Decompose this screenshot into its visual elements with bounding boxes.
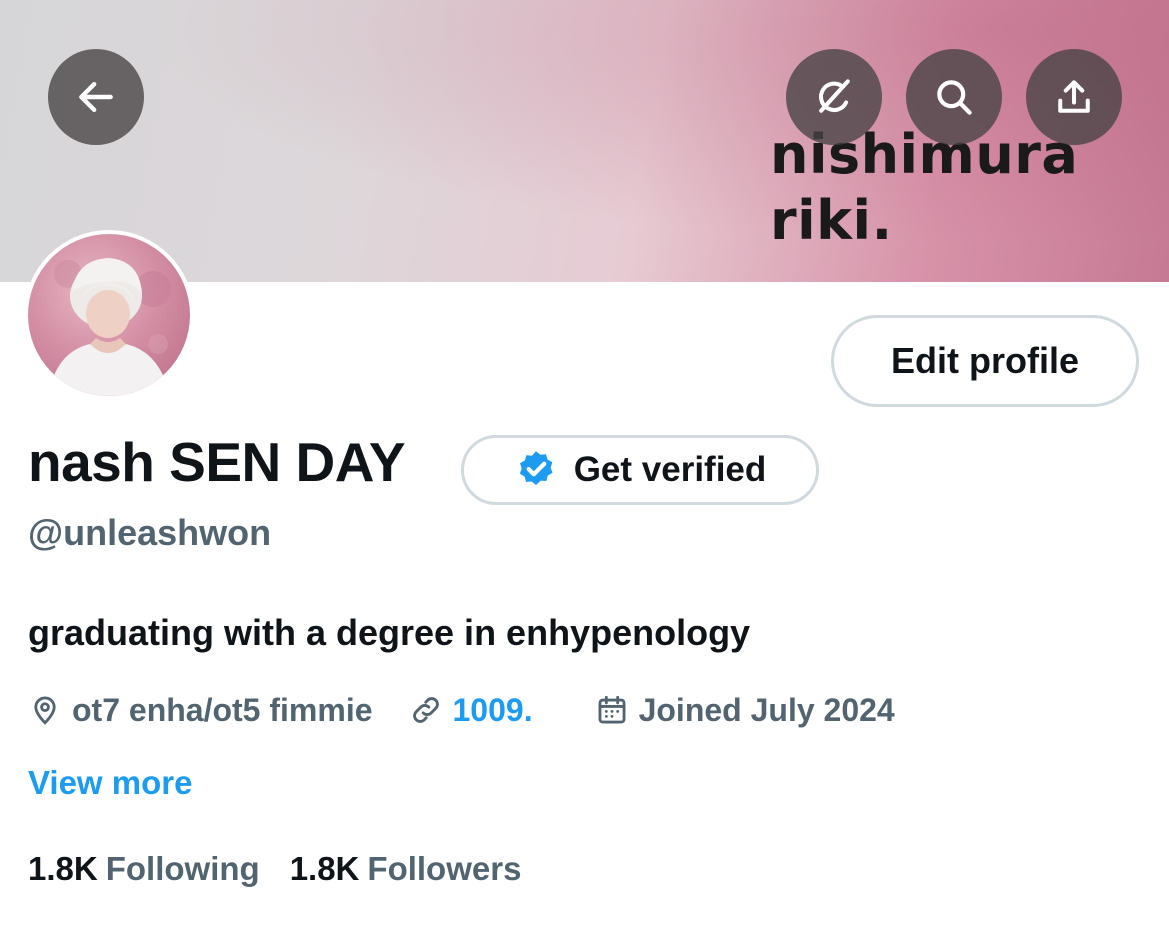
link-icon (412, 697, 439, 723)
website-link-text[interactable]: 1009. (453, 692, 533, 729)
website-link[interactable]: 1009. (409, 692, 533, 729)
profile-page: nishimura riki. Edit profile nash SEN DA… (0, 0, 1169, 932)
location-text: ot7 enha/ot5 fimmie (72, 691, 373, 728)
search-button[interactable] (906, 49, 1002, 145)
banner-text-line2: riki. (770, 189, 893, 252)
get-verified-button[interactable]: Get verified (461, 435, 819, 505)
arrow-left-icon (79, 81, 113, 113)
grok-icon (818, 79, 850, 113)
avatar[interactable] (24, 230, 194, 400)
bio: graduating with a degree in enhypenology (28, 612, 751, 653)
avatar-image (28, 234, 190, 396)
view-more-link[interactable]: View more (28, 764, 192, 802)
followers-stat[interactable]: 1.8K Followers (290, 850, 522, 888)
location-pin-icon (34, 696, 56, 725)
share-icon (1058, 80, 1090, 113)
followers-count: 1.8K (289, 850, 360, 887)
followers-label: Followers (367, 850, 522, 887)
join-date-text: Joined July 2024 (638, 691, 895, 728)
username-handle: @unleashwon (28, 512, 272, 553)
following-stat[interactable]: 1.8K Following (28, 850, 260, 888)
following-count: 1.8K (28, 850, 98, 887)
grok-button[interactable] (786, 49, 882, 145)
follow-stats: 1.8K Following 1.8K Followers (28, 850, 521, 888)
verified-badge-icon (519, 451, 553, 486)
location: ot7 enha/ot5 fimmie (28, 692, 373, 729)
back-button[interactable] (48, 49, 144, 145)
profile-meta: ot7 enha/ot5 fimmie 1009. Joined July 20… (28, 688, 895, 732)
get-verified-label: Get verified (573, 450, 767, 489)
join-date: Joined July 2024 (595, 692, 895, 729)
following-label: Following (105, 850, 260, 887)
edit-profile-button[interactable]: Edit profile (831, 315, 1139, 407)
calendar-icon (598, 695, 626, 724)
share-button[interactable] (1026, 49, 1122, 145)
display-name: nash SEN DAY (28, 431, 406, 493)
search-icon (937, 80, 972, 115)
profile-banner[interactable]: nishimura riki. (0, 0, 1169, 282)
